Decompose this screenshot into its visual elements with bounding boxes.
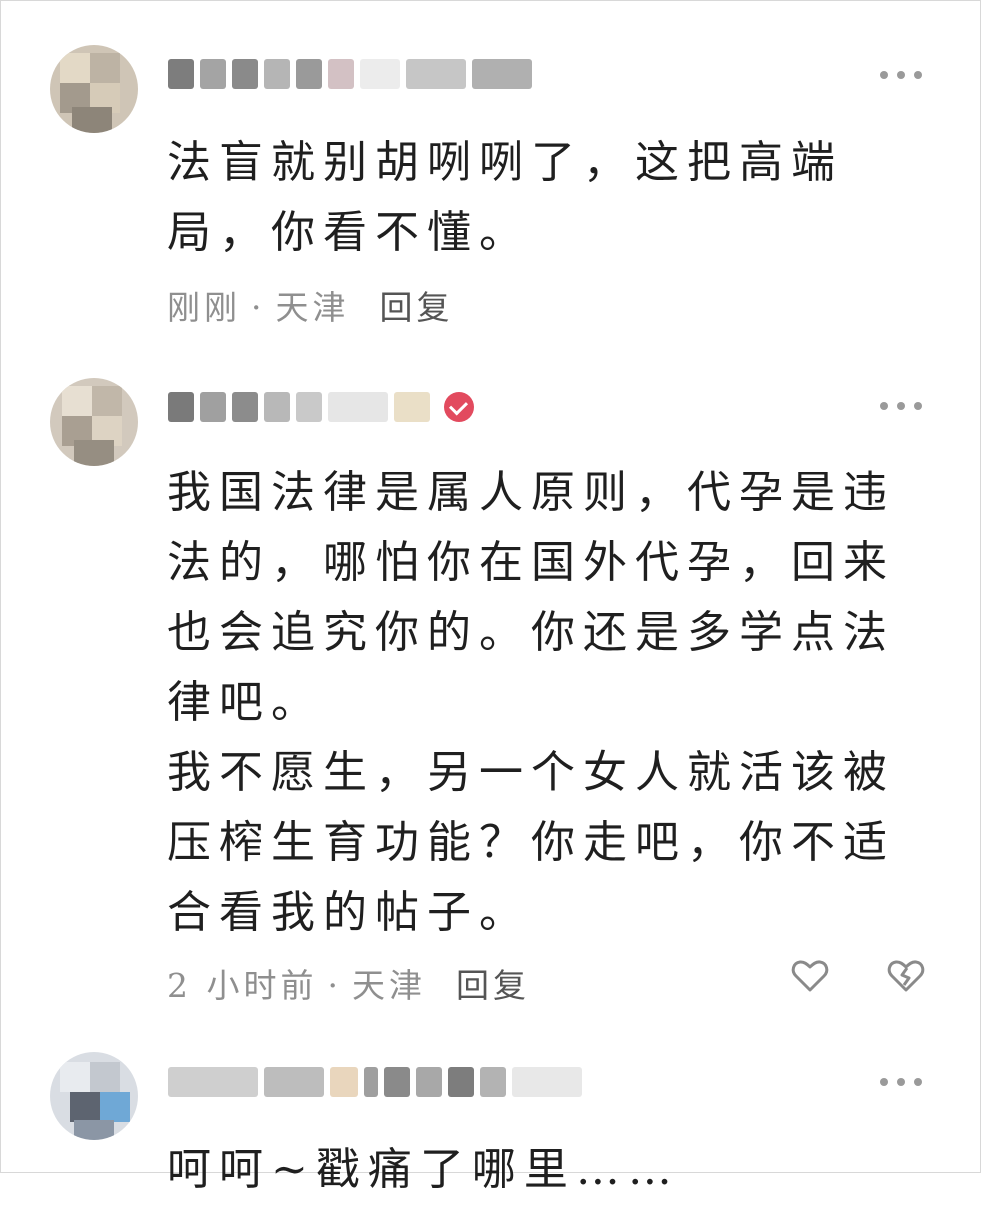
comment-time: 刚刚 [167,288,241,327]
username-blurred[interactable] [168,385,474,429]
avatar[interactable] [50,378,138,466]
reply-button[interactable]: 回复 [456,966,530,1006]
comment-location: 天津 [352,966,426,1005]
broken-heart-icon[interactable] [886,956,926,996]
more-options-icon[interactable] [880,396,922,416]
comment-meta: 2 小时前 · 天津 回复 [167,966,530,1006]
comment-location: 天津 [275,288,350,327]
avatar[interactable] [50,1052,138,1140]
meta-separator: · [327,966,342,1005]
username-blurred[interactable] [168,52,532,96]
username-blurred[interactable] [168,1060,582,1104]
comment-meta: 刚刚 · 天津 回复 [167,288,454,328]
comment-time: 2 小时前 [167,966,318,1005]
more-options-icon[interactable] [880,1072,922,1092]
verified-check-icon [444,392,474,422]
comment-text: 法盲就别胡咧咧了，这把高端 局，你看不懂。 [167,137,843,258]
avatar[interactable] [50,45,138,133]
more-options-icon[interactable] [880,65,922,85]
comment-text: 呵呵~戳痛了哪里…… [167,1144,680,1195]
reply-button[interactable]: 回复 [380,288,454,328]
heart-icon[interactable] [790,956,830,996]
comment-text: 我国法律是属人原则，代孕是违 法的，哪怕你在国外代孕，回来 也会追究你的。你还是… [167,467,895,938]
meta-separator: · [251,288,266,327]
